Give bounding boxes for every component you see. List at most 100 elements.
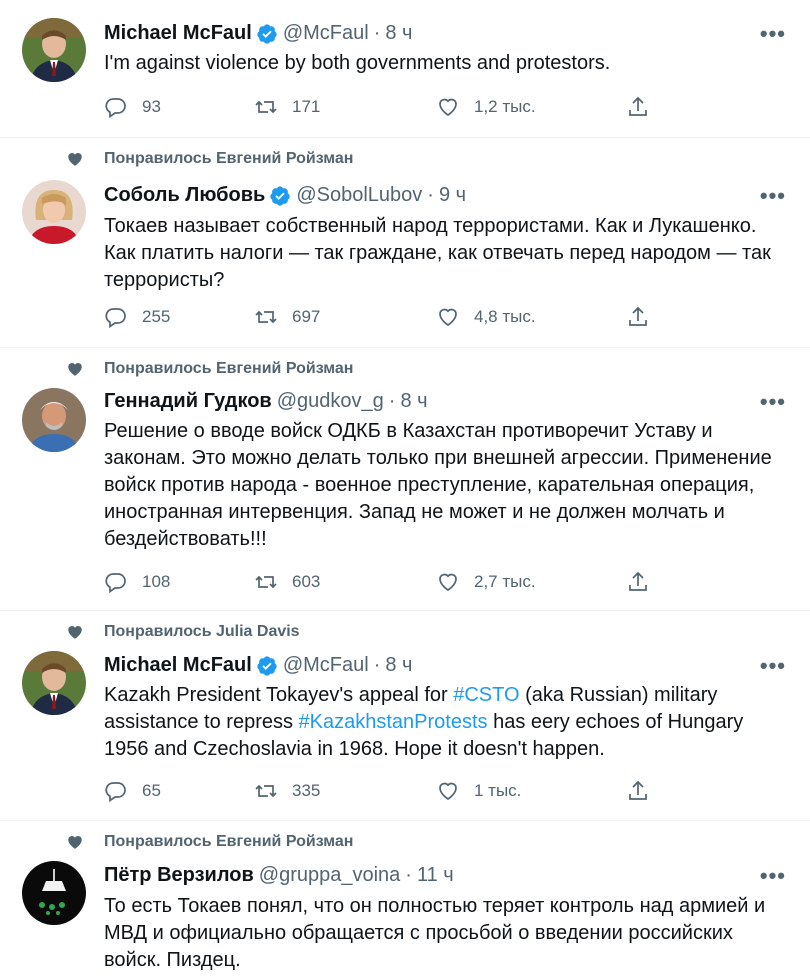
reply-button[interactable]: 108 [104,570,254,594]
share-button[interactable] [626,779,650,803]
reply-button[interactable]: 93 [104,95,254,119]
social-context: Понравилось Julia Davis [66,623,300,641]
author-name[interactable]: Соболь Любовь [104,184,265,207]
retweet-count: 335 [292,781,321,800]
retweet-icon [255,784,277,798]
tweet-text: Токаев называет собственный народ террор… [104,215,771,291]
author-name[interactable]: Геннадий Гудков [104,390,272,413]
hashtag-link[interactable]: #CSTO [453,684,519,706]
like-count: 2,7 тыс. [474,572,536,591]
separator-dot: · [405,864,412,886]
reply-icon [105,782,126,803]
retweet-button[interactable]: 335 [254,779,436,803]
reply-button[interactable]: 255 [104,305,254,329]
author-handle[interactable]: @gruppa_voina [259,864,401,887]
timestamp[interactable]: 9 ч [439,184,466,207]
share-icon [629,780,647,800]
like-button[interactable]: 4,8 тыс. [436,305,626,329]
tweet[interactable]: Понравилось Евгений Ройзман Соболь Любов… [0,138,810,348]
tweet-actions: 65 335 1 тыс. [104,779,684,803]
tweet-text: I'm against violence by both governments… [104,52,611,74]
tweet-text: Kazakh President Tokayev's appeal for #C… [104,682,788,763]
hashtag-link[interactable]: #KazakhstanProtests [299,711,488,733]
heart-icon [68,153,82,166]
tweet[interactable]: Понравилось Евгений Ройзман Пётр Верзило… [0,821,810,977]
tweet-header: Michael McFaul @McFaul · 8 ч ••• [104,22,786,45]
more-icon[interactable]: ••• [760,864,786,886]
liked-by-label[interactable]: Понравилось Евгений Ройзман [104,150,353,168]
share-button[interactable] [626,305,650,329]
share-icon [629,96,647,116]
tweet-actions: 255 697 4,8 тыс. [104,305,684,329]
reply-icon [105,98,126,119]
like-icon [439,573,457,592]
like-icon [439,308,457,327]
author-handle[interactable]: @McFaul [283,22,369,45]
avatar[interactable] [22,651,86,715]
liked-by-label[interactable]: Понравилось Евгений Ройзман [104,833,353,851]
heart-icon [68,836,82,849]
more-icon[interactable]: ••• [760,390,786,412]
tweet[interactable]: Понравилось Евгений Ройзман Геннадий Гуд… [0,348,810,611]
reply-count: 255 [142,307,171,326]
tweet-text: То есть Токаев понял, что он полностью т… [104,895,766,971]
author-name[interactable]: Пётр Верзилов [104,864,254,887]
timestamp[interactable]: 8 ч [400,390,427,413]
like-count: 1 тыс. [474,781,522,800]
heart-icon [68,363,82,376]
more-icon[interactable]: ••• [760,184,786,206]
timestamp[interactable]: 8 ч [385,22,412,45]
like-count: 1,2 тыс. [474,97,536,116]
tweet-header: Геннадий Гудков @gudkov_g · 8 ч ••• [104,390,786,413]
heart-icon [68,626,82,639]
timeline-feed: Michael McFaul @McFaul · 8 ч ••• I'm aga… [0,0,810,977]
tweet-text: Решение о вводе войск ОДКБ в Казахстан п… [104,420,772,550]
share-icon [629,306,647,326]
like-icon [439,98,457,117]
verified-badge-icon [257,655,277,676]
timestamp[interactable]: 11 ч [417,864,454,887]
verified-badge-icon [270,185,290,206]
like-icon [439,782,457,801]
reply-button[interactable]: 65 [104,779,254,803]
social-context: Понравилось Евгений Ройзман [66,833,353,851]
author-handle[interactable]: @SobolLubov [296,184,422,207]
tweet-actions: 108 603 2,7 тыс. [104,570,684,594]
tweet-header: Michael McFaul @McFaul · 8 ч ••• [104,654,786,677]
avatar[interactable] [22,180,86,244]
liked-by-label[interactable]: Понравилось Julia Davis [104,623,300,641]
separator-dot: · [373,654,381,676]
avatar[interactable] [22,388,86,452]
avatar[interactable] [22,18,86,82]
like-button[interactable]: 2,7 тыс. [436,570,626,594]
author-handle[interactable]: @McFaul [283,654,369,677]
tweet-header: Соболь Любовь @SobolLubov · 9 ч ••• [104,184,786,207]
share-button[interactable] [626,570,650,594]
retweet-button[interactable]: 171 [254,95,436,119]
avatar[interactable] [22,861,86,925]
separator-dot: · [427,184,434,206]
retweet-count: 697 [292,307,321,326]
share-button[interactable] [626,95,650,119]
more-icon[interactable]: ••• [760,654,786,676]
retweet-button[interactable]: 603 [254,570,436,594]
like-button[interactable]: 1 тыс. [436,779,626,803]
more-icon[interactable]: ••• [760,22,786,44]
author-name[interactable]: Michael McFaul [104,654,252,677]
like-button[interactable]: 1,2 тыс. [436,95,626,119]
retweet-button[interactable]: 697 [254,305,436,329]
share-icon [629,571,647,591]
author-name[interactable]: Michael McFaul [104,22,252,45]
timestamp[interactable]: 8 ч [385,654,412,677]
retweet-icon [255,310,277,324]
tweet[interactable]: Michael McFaul @McFaul · 8 ч ••• I'm aga… [0,0,810,138]
verified-badge-icon [257,23,277,44]
reply-count: 93 [142,97,161,116]
liked-by-label[interactable]: Понравилось Евгений Ройзман [104,360,353,378]
author-handle[interactable]: @gudkov_g [277,390,384,413]
social-context: Понравилось Евгений Ройзман [66,150,353,168]
retweet-icon [255,575,277,589]
tweet-actions: 93 171 1,2 тыс. [104,95,684,119]
separator-dot: · [388,390,396,412]
tweet[interactable]: Понравилось Julia Davis Michael McFaul @… [0,611,810,821]
